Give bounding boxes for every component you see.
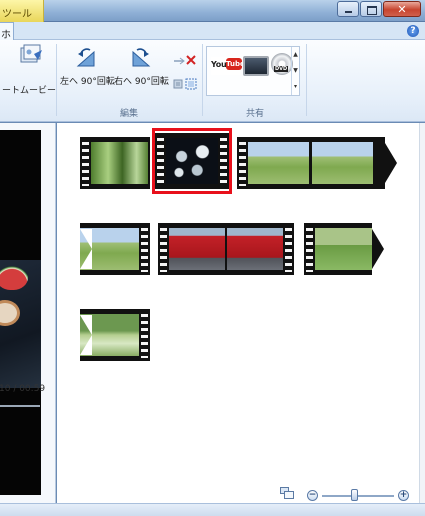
- clip-river[interactable]: [80, 309, 150, 361]
- zoom-slider-thumb[interactable]: [351, 489, 359, 501]
- transition-arrow-icon: [372, 229, 384, 269]
- video-tools-tab[interactable]: ツール: [0, 0, 44, 22]
- filmstrip: [158, 223, 294, 275]
- window-controls: ✕: [336, 1, 421, 17]
- close-icon: ✕: [397, 3, 407, 16]
- clip-field-transition[interactable]: [80, 223, 150, 275]
- gallery-up-arrow-icon[interactable]: ▲: [292, 47, 299, 63]
- transition-arrow-icon: [385, 143, 397, 183]
- rotate-left-button[interactable]: 左へ 90°回転: [60, 46, 115, 87]
- help-icon[interactable]: ?: [407, 25, 419, 37]
- sprocket-holes: [141, 312, 148, 358]
- clip-thumbnail: [91, 142, 148, 184]
- clip-thumbnail: [315, 228, 372, 270]
- rotate-right-button[interactable]: 右へ 90°回転: [114, 46, 169, 87]
- youtube-icon[interactable]: You Tube: [211, 57, 245, 75]
- filmstrip: [304, 223, 372, 275]
- title-bar: ツール ✕: [0, 0, 425, 22]
- time-readout: 10 / 00:59: [0, 384, 46, 394]
- clip-frames: [315, 228, 372, 270]
- transition-notch: [80, 229, 92, 269]
- dvd-text: DVD: [274, 66, 289, 72]
- rotate-left-icon: [76, 48, 95, 67]
- automovie-button[interactable]: ートムービー: [2, 44, 57, 96]
- zoom-out-button[interactable]: −: [307, 490, 318, 501]
- clip-frames: [169, 228, 283, 270]
- minimize-button[interactable]: [337, 1, 359, 17]
- gallery-more-icon[interactable]: ▾: [292, 79, 299, 95]
- watermelon-image: [0, 262, 28, 290]
- sprocket-holes: [285, 226, 292, 272]
- dvd-icon[interactable]: DVD: [271, 53, 293, 75]
- zoom-in-button[interactable]: +: [398, 490, 409, 501]
- status-bar: [0, 503, 425, 516]
- sprocket-holes: [82, 140, 89, 186]
- share-group-label: 共有: [246, 109, 265, 119]
- share-gallery: You Tube DVD ▲ ▼ ▾: [206, 46, 300, 96]
- storyboard-scrollbar[interactable]: [419, 123, 425, 503]
- automovie-icon: [20, 44, 42, 63]
- youtube-you-text: You: [211, 60, 227, 69]
- storyboard-view-icon[interactable]: [280, 487, 294, 499]
- select-all-icon[interactable]: [185, 78, 197, 90]
- clip-frames: [91, 142, 148, 184]
- close-button[interactable]: ✕: [383, 1, 421, 17]
- ribbon-tab-row: ホ ?: [0, 22, 425, 41]
- rotate-right-icon: [132, 48, 151, 67]
- rotate-left-label: 左へ 90°回転: [60, 77, 115, 87]
- seek-bar[interactable]: [0, 405, 40, 407]
- ribbon-separator: [202, 44, 203, 116]
- clip-thumbnail: [248, 142, 310, 184]
- ribbon: ートムービー 左へ 90°回転 右へ 90°回転 編集 You Tube DVD: [0, 40, 425, 122]
- clip-frames: [248, 142, 373, 184]
- split-icon[interactable]: [173, 79, 183, 89]
- clip-red-train[interactable]: [158, 223, 294, 275]
- clip-thumbnail: [227, 228, 283, 270]
- clip-thumbnail: [311, 142, 373, 184]
- filmstrip: [237, 137, 385, 189]
- clip-forest[interactable]: [80, 137, 150, 189]
- filmstrip: [80, 137, 150, 189]
- remove-icon[interactable]: [186, 55, 196, 65]
- sprocket-holes: [160, 226, 167, 272]
- sprocket-holes: [306, 226, 313, 272]
- automovie-label: ートムービー: [2, 86, 57, 96]
- rotate-right-label: 右へ 90°回転: [114, 77, 169, 87]
- clip-trees-field[interactable]: [304, 223, 384, 275]
- trim-icon[interactable]: [174, 57, 185, 65]
- gallery-down-arrow-icon[interactable]: ▼: [292, 63, 299, 79]
- selected-clip-highlight: [152, 128, 232, 194]
- ribbon-separator: [56, 44, 57, 116]
- sprocket-holes: [141, 226, 148, 272]
- ribbon-separator: [306, 44, 307, 116]
- tab-home-label: ホ: [1, 30, 11, 41]
- video-preview[interactable]: [0, 130, 41, 495]
- sprocket-holes: [239, 140, 246, 186]
- transition-notch: [80, 315, 92, 355]
- tab-home[interactable]: ホ: [0, 22, 14, 41]
- edit-group-label: 編集: [120, 109, 139, 119]
- youtube-tube-text: Tube: [226, 58, 245, 70]
- clip-field-long[interactable]: [237, 137, 397, 189]
- preview-pane: 10 / 00:59: [0, 123, 56, 503]
- video-tools-tab-label: ツール: [2, 9, 32, 20]
- tv-icon[interactable]: [243, 56, 269, 76]
- share-gallery-scroll: ▲ ▼ ▾: [291, 47, 299, 95]
- maximize-button[interactable]: [360, 1, 382, 17]
- edit-mini-tools: [173, 55, 197, 90]
- clip-thumbnail: [169, 228, 225, 270]
- storyboard: [57, 123, 419, 503]
